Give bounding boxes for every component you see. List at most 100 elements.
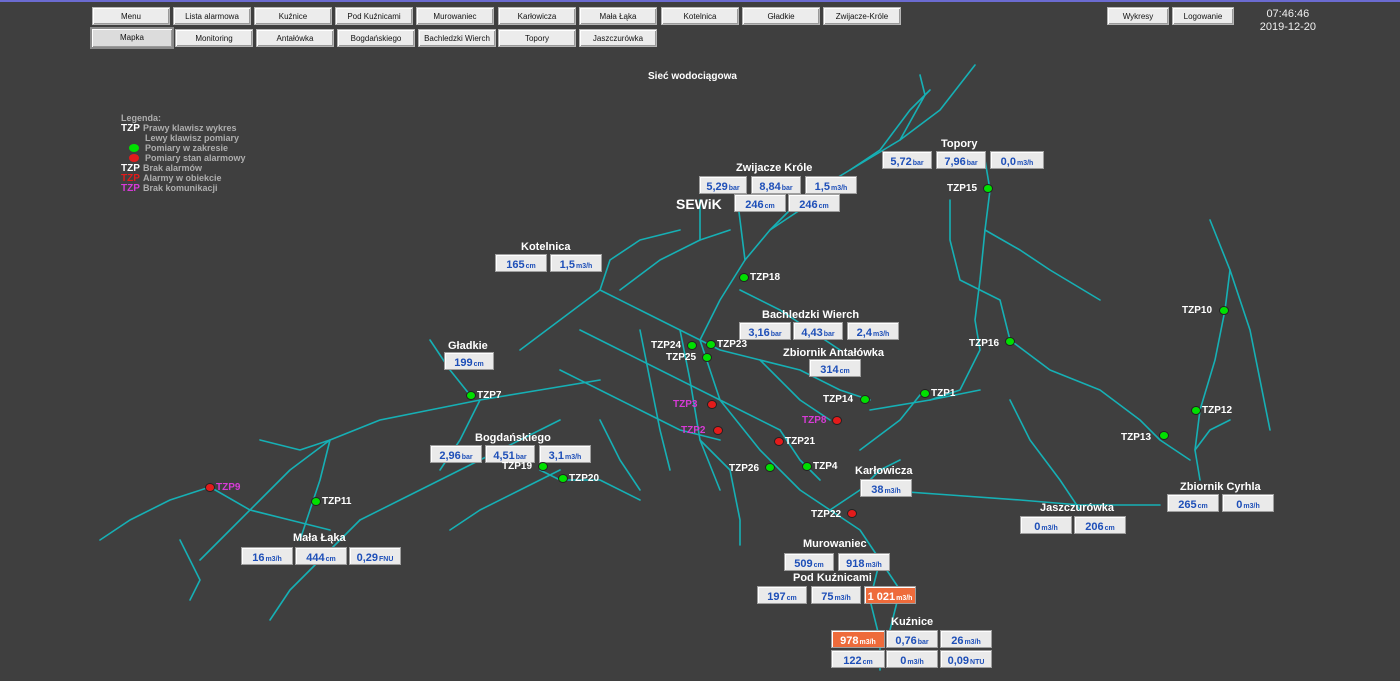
cyrhla-flow-box[interactable]: 0m3/h: [1222, 494, 1274, 512]
kotelnica-flow-box[interactable]: 1,5m3/h: [550, 254, 602, 272]
tzp-label-tzp2[interactable]: TZP2: [681, 425, 705, 436]
malalaka-level-box[interactable]: 444cm: [295, 547, 347, 565]
station-jaszczurowka-name: Jaszczurówka: [1040, 502, 1114, 514]
tzp-marker-tzp18[interactable]: [739, 273, 749, 282]
box-unit: m3/h: [964, 639, 981, 646]
murowaniec-flow-box[interactable]: 918m3/h: [838, 553, 890, 571]
kotelnica-level-box[interactable]: 165cm: [495, 254, 547, 272]
tzp-marker-tzp11[interactable]: [311, 497, 321, 506]
tzp-label-tzp22[interactable]: TZP22: [811, 509, 841, 520]
tzp-marker-tzp9[interactable]: [205, 483, 215, 492]
bogdanskiego-flow-box[interactable]: 3,1m3/h: [539, 445, 591, 463]
tzp-label-tzp20[interactable]: TZP20: [569, 473, 599, 484]
tzp-label-tzp23[interactable]: TZP23: [717, 339, 747, 350]
box-value: 265: [1178, 499, 1197, 511]
murowaniec-level-box[interactable]: 509cm: [784, 553, 834, 571]
box-unit: bar: [912, 160, 924, 167]
box-value: 75: [821, 591, 834, 603]
box-value: 5,72: [890, 156, 912, 168]
tzp-label-tzp8[interactable]: TZP8: [802, 415, 826, 426]
antalowka-level-box[interactable]: 314cm: [809, 359, 861, 377]
tzp-label-tzp15[interactable]: TZP15: [947, 183, 977, 194]
kuznice-flow-alarm-box[interactable]: 978m3/h: [831, 630, 885, 648]
tzp-marker-tzp13[interactable]: [1159, 431, 1169, 440]
jaszczurowka-flow-box[interactable]: 0m3/h: [1020, 516, 1072, 534]
kuznice-flow-2-box[interactable]: 26m3/h: [940, 630, 992, 648]
zwijacze-pressure-2-box[interactable]: 8,84bar: [751, 176, 801, 194]
tzp-label-tzp26[interactable]: TZP26: [729, 463, 759, 474]
zwijacze-pressure-1-box[interactable]: 5,29bar: [699, 176, 747, 194]
tzp-label-tzp25[interactable]: TZP25: [666, 352, 696, 363]
tzp-marker-tzp3[interactable]: [707, 400, 717, 409]
malalaka-flow-box[interactable]: 16m3/h: [241, 547, 293, 565]
tzp-marker-tzp22[interactable]: [847, 509, 857, 518]
tzp-label-tzp21[interactable]: TZP21: [785, 436, 815, 447]
tzp-marker-tzp12[interactable]: [1191, 406, 1201, 415]
box-unit: m3/h: [1243, 503, 1260, 510]
tzp-label-tzp12[interactable]: TZP12: [1202, 405, 1232, 416]
zwijacze-level-2-box[interactable]: 246cm: [788, 194, 840, 212]
box-unit: cm: [473, 361, 484, 368]
malalaka-turbidity-box[interactable]: 0,29FNU: [349, 547, 401, 565]
station-antalowka-name: Zbiornik Antałówka: [783, 347, 885, 359]
tzp-label-tzp7[interactable]: TZP7: [477, 390, 501, 401]
box-value: 314: [820, 364, 839, 376]
kuznice-level-box[interactable]: 122cm: [831, 650, 885, 668]
tzp-marker-tzp15[interactable]: [983, 184, 993, 193]
tzp-label-tzp18[interactable]: TZP18: [750, 272, 780, 283]
box-value: 4,43: [801, 327, 823, 339]
podkuznicami-flow-box[interactable]: 75m3/h: [811, 586, 861, 604]
tzp-marker-tzp19[interactable]: [538, 462, 548, 471]
box-unit: bar: [728, 185, 740, 192]
tzp-label-tzp24[interactable]: TZP24: [651, 340, 681, 351]
tzp-marker-tzp20[interactable]: [558, 474, 568, 483]
tzp-label-tzp14[interactable]: TZP14: [823, 394, 853, 405]
box-value: 3,16: [748, 327, 770, 339]
cyrhla-level-box[interactable]: 265cm: [1167, 494, 1219, 512]
tzp-marker-tzp10[interactable]: [1219, 306, 1229, 315]
gladkie-level-box[interactable]: 199cm: [444, 352, 494, 370]
tzp-marker-tzp16[interactable]: [1005, 337, 1015, 346]
tzp-label-tzp16[interactable]: TZP16: [969, 338, 999, 349]
box-value: 1,5: [559, 259, 575, 271]
tzp-label-tzp11[interactable]: TZP11: [322, 496, 351, 507]
bachledzki-pressure-2-box[interactable]: 4,43bar: [793, 322, 843, 340]
tzp-label-tzp4[interactable]: TZP4: [813, 461, 837, 472]
zwijacze-level-1-box[interactable]: 246cm: [734, 194, 786, 212]
tzp-label-tzp3[interactable]: TZP3: [673, 399, 697, 410]
station-zwijacze-name: Zwijacze Króle: [736, 162, 813, 174]
tzp-marker-tzp26[interactable]: [765, 463, 775, 472]
topory-pressure-1-box[interactable]: 5,72bar: [882, 151, 932, 169]
tzp-marker-tzp25[interactable]: [702, 353, 712, 362]
tzp-marker-tzp4[interactable]: [802, 462, 812, 471]
box-unit: bar: [823, 331, 835, 338]
kuznice-turbidity-box[interactable]: 0,09NTU: [940, 650, 992, 668]
tzp-marker-tzp24[interactable]: [687, 341, 697, 350]
tzp-label-tzp1[interactable]: TZP1: [931, 388, 955, 399]
karlowicza-flow-box[interactable]: 38m3/h: [860, 479, 912, 497]
tzp-marker-tzp21[interactable]: [774, 437, 784, 446]
tzp-label-tzp13[interactable]: TZP13: [1121, 432, 1151, 443]
podkuznicami-flow-alarm-box[interactable]: 1 021m3/h: [864, 586, 916, 604]
kuznice-pressure-box[interactable]: 0,76bar: [886, 630, 938, 648]
tzp-label-tzp10[interactable]: TZP10: [1182, 305, 1212, 316]
box-value: 0,76: [895, 635, 917, 647]
topory-pressure-2-box[interactable]: 7,96bar: [936, 151, 986, 169]
tzp-marker-tzp2[interactable]: [713, 426, 723, 435]
bogdanskiego-pressure-1-box[interactable]: 2,96bar: [430, 445, 482, 463]
box-unit: m3/h: [859, 639, 876, 646]
bachledzki-flow-box[interactable]: 2,4m3/h: [847, 322, 899, 340]
podkuznicami-level-box[interactable]: 197cm: [757, 586, 807, 604]
kuznice-flow-3-box[interactable]: 0m3/h: [886, 650, 938, 668]
tzp-marker-tzp23[interactable]: [706, 340, 716, 349]
tzp-label-tzp9[interactable]: TZP9: [216, 482, 240, 493]
tzp-marker-tzp8[interactable]: [832, 416, 842, 425]
bachledzki-pressure-1-box[interactable]: 3,16bar: [739, 322, 791, 340]
topory-flow-box[interactable]: 0,0m3/h: [990, 151, 1044, 169]
tzp-marker-tzp7[interactable]: [466, 391, 476, 400]
tzp-marker-tzp14[interactable]: [860, 395, 870, 404]
jaszczurowka-level-box[interactable]: 206cm: [1074, 516, 1126, 534]
tzp-label-tzp19[interactable]: TZP19: [502, 461, 532, 472]
zwijacze-flow-box[interactable]: 1,5m3/h: [805, 176, 857, 194]
tzp-marker-tzp1[interactable]: [920, 389, 930, 398]
